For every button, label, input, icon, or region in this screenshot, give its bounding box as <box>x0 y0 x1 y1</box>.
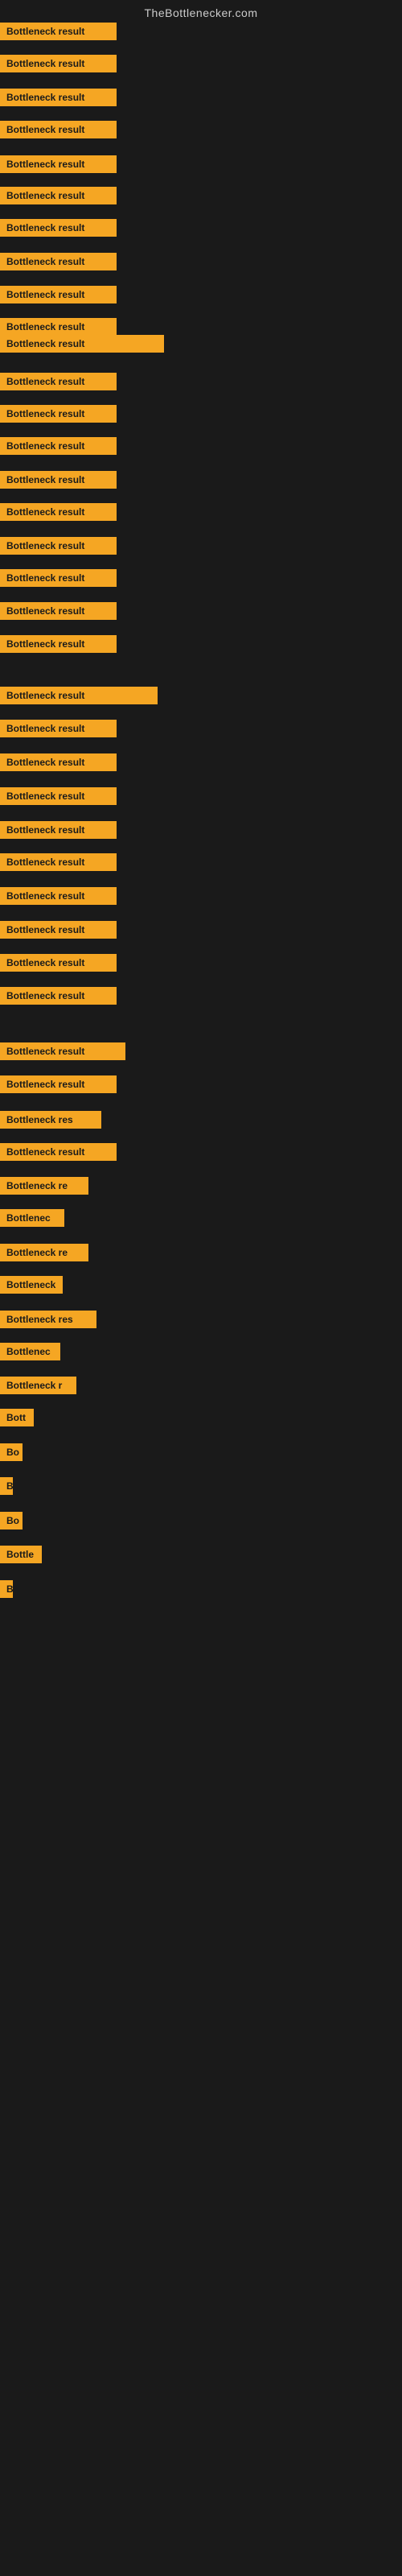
bottleneck-result-item: Bottleneck re <box>0 1244 88 1261</box>
bottleneck-result-item: Bottleneck result <box>0 89 117 106</box>
bottleneck-result-item: Bottleneck result <box>0 286 117 303</box>
bottleneck-result-item: Bottleneck result <box>0 821 117 839</box>
bottleneck-result-item: Bottleneck result <box>0 121 117 138</box>
bottleneck-result-item: Bottleneck r <box>0 1377 76 1394</box>
bottleneck-result-item: Bottlenec <box>0 1343 60 1360</box>
bottleneck-result-item: Bo <box>0 1443 23 1461</box>
bottleneck-result-item: Bottleneck result <box>0 787 117 805</box>
bottleneck-result-item: Bottlenec <box>0 1209 64 1227</box>
bottleneck-result-item: B <box>0 1580 13 1598</box>
bottleneck-result-item: B <box>0 1477 13 1495</box>
bottleneck-result-item: Bottleneck result <box>0 569 117 587</box>
bottleneck-result-item: Bottleneck result <box>0 471 117 489</box>
bottleneck-result-item: Bottleneck result <box>0 253 117 270</box>
bottleneck-result-item: Bottleneck result <box>0 635 117 653</box>
bottleneck-result-item: Bottleneck result <box>0 921 117 939</box>
bottleneck-result-item: Bo <box>0 1512 23 1530</box>
bottleneck-result-item: Bottleneck result <box>0 219 117 237</box>
bottleneck-result-item: Bottleneck result <box>0 987 117 1005</box>
bottleneck-result-item: Bottleneck result <box>0 437 117 455</box>
bottleneck-result-item: Bottleneck result <box>0 335 164 353</box>
bottleneck-result-item: Bottleneck result <box>0 753 117 771</box>
bottleneck-result-item: Bottleneck res <box>0 1311 96 1328</box>
bottleneck-result-item: Bottleneck result <box>0 1075 117 1093</box>
bottleneck-result-item: Bottleneck result <box>0 887 117 905</box>
bottleneck-result-item: Bottleneck result <box>0 373 117 390</box>
bottleneck-result-item: Bottleneck result <box>0 1042 125 1060</box>
bottleneck-result-item: Bottleneck re <box>0 1177 88 1195</box>
bottleneck-result-item: Bottleneck result <box>0 23 117 40</box>
bottleneck-result-item: Bottleneck <box>0 1276 63 1294</box>
bottleneck-result-item: Bottleneck result <box>0 155 117 173</box>
bottleneck-result-item: Bott <box>0 1409 34 1426</box>
bottleneck-result-item: Bottleneck result <box>0 720 117 737</box>
bottleneck-result-item: Bottleneck result <box>0 187 117 204</box>
bottleneck-result-item: Bottleneck result <box>0 602 117 620</box>
bottleneck-result-item: Bottleneck result <box>0 537 117 555</box>
bottleneck-result-item: Bottleneck res <box>0 1111 101 1129</box>
bottleneck-result-item: Bottleneck result <box>0 954 117 972</box>
bottleneck-result-item: Bottleneck result <box>0 853 117 871</box>
bottleneck-result-item: Bottleneck result <box>0 687 158 704</box>
bottleneck-result-item: Bottle <box>0 1546 42 1563</box>
site-header: TheBottlenecker.com <box>0 0 402 23</box>
bottleneck-result-item: Bottleneck result <box>0 318 117 336</box>
bottleneck-result-item: Bottleneck result <box>0 55 117 72</box>
bottleneck-result-item: Bottleneck result <box>0 1143 117 1161</box>
bottleneck-result-item: Bottleneck result <box>0 405 117 423</box>
bottleneck-result-item: Bottleneck result <box>0 503 117 521</box>
